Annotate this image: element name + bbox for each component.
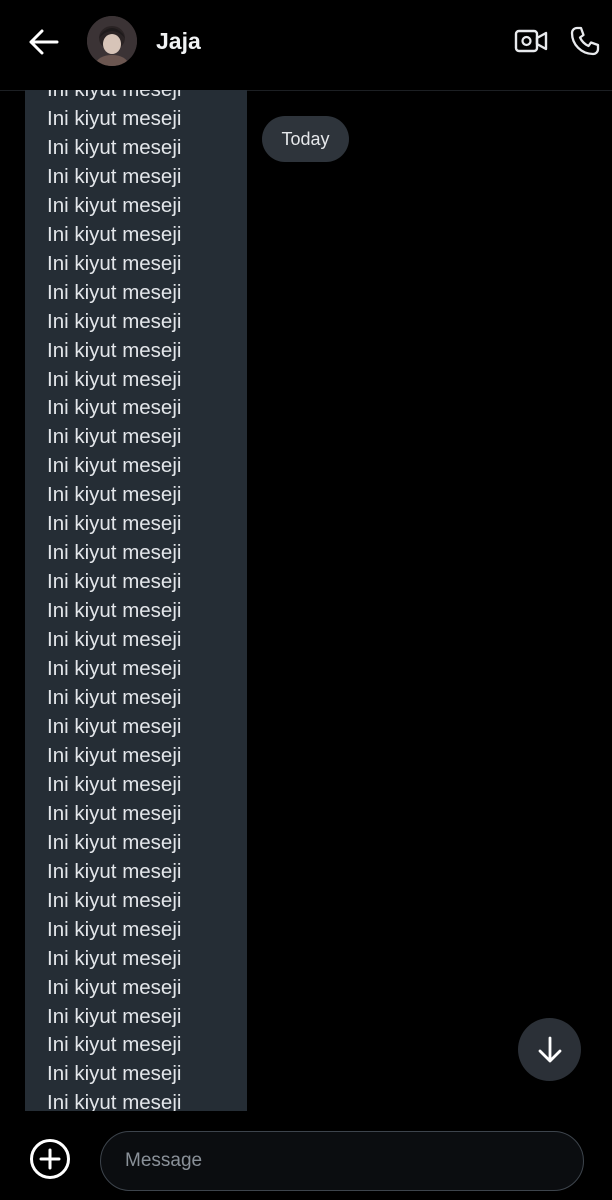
message-line: Ini kiyut meseji — [47, 135, 182, 159]
message-line: Ini kiyut meseji — [47, 396, 182, 420]
arrow-down-icon — [538, 1036, 561, 1062]
message-line: Ini kiyut meseji — [47, 946, 182, 970]
plus-circle-icon — [30, 1139, 70, 1179]
message-line: Ini kiyut meseji — [47, 367, 182, 391]
message-line: Ini kiyut meseji — [47, 338, 182, 362]
message-line: Ini kiyut meseji — [47, 309, 182, 333]
message-line: Ini kiyut meseji — [47, 570, 182, 594]
avatar[interactable] — [87, 16, 137, 66]
contact-name[interactable]: Jaja — [156, 27, 201, 55]
message-input[interactable] — [100, 1131, 584, 1191]
message-line: Ini kiyut meseji — [47, 483, 182, 507]
message-line: Ini kiyut meseji — [47, 657, 182, 681]
phone-icon — [570, 26, 600, 56]
message-line: Ini kiyut meseji — [47, 628, 182, 652]
message-line: Ini kiyut meseji — [47, 714, 182, 738]
message-line: Ini kiyut meseji — [47, 90, 181, 105]
voice-call-button[interactable] — [566, 22, 604, 60]
message-line: Ini kiyut meseji — [47, 859, 182, 883]
message-line: Ini kiyut meseji — [47, 251, 182, 275]
message-line: Ini kiyut meseji — [47, 454, 182, 478]
message-line: Ini kiyut meseji — [47, 222, 182, 246]
attach-button[interactable] — [28, 1137, 72, 1181]
message-line: Ini kiyut meseji — [47, 1033, 182, 1057]
video-call-button[interactable] — [512, 24, 550, 58]
message-text: Ini kiyut meseji Ini kiyut meseji Ini kiyu… — [47, 90, 181, 1111]
back-button[interactable] — [24, 22, 64, 62]
arrow-left-icon — [29, 29, 59, 55]
message-line: Ini kiyut meseji — [47, 743, 182, 767]
chat-header: Jaja — [0, 0, 612, 91]
avatar-image — [87, 16, 137, 66]
message-line: Ini kiyut meseji — [47, 686, 182, 710]
message-line: Ini kiyut meseji — [47, 772, 182, 796]
scroll-to-bottom-button[interactable] — [518, 1018, 581, 1081]
video-camera-icon — [514, 29, 548, 53]
message-line: Ini kiyut meseji — [47, 1091, 182, 1111]
message-line: Ini kiyut meseji — [47, 1004, 182, 1028]
message-line: Ini kiyut meseji — [47, 830, 182, 854]
message-line: Ini kiyut meseji — [47, 193, 182, 217]
message-line: Ini kiyut meseji — [47, 599, 182, 623]
message-line: Ini kiyut meseji — [47, 917, 182, 941]
message-line: Ini kiyut meseji — [47, 975, 182, 999]
message-line: Ini kiyut meseji — [47, 801, 182, 825]
message-line: Ini kiyut meseji — [47, 888, 182, 912]
message-line: Ini kiyut meseji — [47, 280, 182, 304]
message-line: Ini kiyut meseji — [47, 425, 182, 449]
message-line: Ini kiyut meseji — [47, 106, 182, 130]
message-bubble[interactable]: Ini kiyut meseji Ini kiyut meseji Ini kiyu… — [25, 90, 247, 1111]
message-line: Ini kiyut meseji — [47, 512, 182, 536]
message-line: Ini kiyut meseji — [47, 541, 182, 565]
message-line: Ini kiyut meseji — [47, 1062, 182, 1086]
message-line: Ini kiyut meseji — [47, 164, 182, 188]
date-chip: Today — [262, 116, 349, 162]
